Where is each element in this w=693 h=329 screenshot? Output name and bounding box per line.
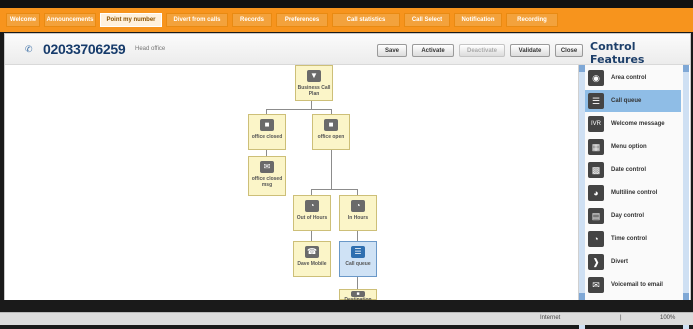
feature-label: Date control xyxy=(611,167,647,173)
location-label: Head office xyxy=(135,46,166,52)
scroll-down-button[interactable] xyxy=(683,293,689,300)
connector-line xyxy=(357,277,358,289)
feature-day-control[interactable]: ▤ Day control xyxy=(585,205,681,227)
deactivate-button[interactable]: Deactivate xyxy=(459,44,505,57)
connector-line xyxy=(266,109,332,110)
time-icon: ◔ xyxy=(351,200,365,212)
feature-welcome-message[interactable]: IVR Welcome message xyxy=(585,113,681,135)
node-label: Dave Mobile xyxy=(297,261,327,267)
tab-call-statistics[interactable]: Call statistics xyxy=(332,13,400,27)
tab-preferences[interactable]: Preferences xyxy=(276,13,328,27)
flow-node-call-queue[interactable]: ☰ Call queue xyxy=(339,241,377,277)
panel-scrollbar-right[interactable] xyxy=(683,65,689,329)
editor-header: ✆ 02033706259 Head office Save Activate … xyxy=(5,34,690,66)
tab-notification[interactable]: Notification xyxy=(454,13,502,27)
time-icon: ◔ xyxy=(305,200,319,212)
control-features-title: Control Features xyxy=(590,40,645,66)
feature-label: Time control xyxy=(611,236,647,242)
connector-line xyxy=(311,101,312,109)
tab-records[interactable]: Records xyxy=(232,13,272,27)
browser-bottom-bar xyxy=(0,300,693,312)
feature-time-control[interactable]: ◔ Time control xyxy=(585,228,681,250)
node-label: office closed xyxy=(251,134,283,140)
control-features-panel: ◉ Area control ☰ Call queue IVR Welcome … xyxy=(578,65,689,329)
tab-divert-calls[interactable]: Divert from calls xyxy=(166,13,228,27)
browser-status-bar: Internet | 100% xyxy=(0,312,693,325)
connector-line xyxy=(311,231,312,241)
flow-canvas[interactable]: ▼ Business Call Plan ■ office closed ■ o… xyxy=(5,65,577,303)
feature-label: Voicemail to email xyxy=(611,282,663,288)
node-label: Out of Hours xyxy=(296,215,328,221)
connector-line xyxy=(357,231,358,241)
flow-node-office-closed[interactable]: ■ office closed xyxy=(248,114,286,150)
activate-button[interactable]: Activate xyxy=(412,44,454,57)
zoom-level[interactable]: 100% xyxy=(660,315,675,321)
feature-divert[interactable]: ❱ Divert xyxy=(585,251,681,273)
feature-label: Day control xyxy=(611,213,645,219)
feature-date-control[interactable]: ▩ Date control xyxy=(585,159,681,181)
queue-icon: ☰ xyxy=(351,246,365,258)
tab-announcements[interactable]: Announcements xyxy=(44,13,96,27)
divert-icon: ❱ xyxy=(588,254,604,270)
call-plan-editor: ✆ 02033706259 Head office Save Activate … xyxy=(4,33,691,329)
status-separator: | xyxy=(620,315,622,321)
flow-node-business-call-plan[interactable]: ▼ Business Call Plan xyxy=(295,65,333,101)
main-tab-bar: Welcome Announcements Point my number Di… xyxy=(0,8,693,32)
feature-menu-option[interactable]: ▦ Menu option xyxy=(585,136,681,158)
menu-option-icon: ▦ xyxy=(588,139,604,155)
flow-node-dave-mobile[interactable]: ☎ Dave Mobile xyxy=(293,241,331,277)
tab-point-my-number[interactable]: Point my number xyxy=(100,13,162,27)
connector-line xyxy=(331,150,332,190)
browser-top-bar xyxy=(0,0,693,8)
flow-node-office-open[interactable]: ■ office open xyxy=(312,114,350,150)
tab-recording[interactable]: Recording xyxy=(506,13,558,27)
validate-button[interactable]: Validate xyxy=(510,44,550,57)
internet-zone-label: Internet xyxy=(540,315,561,321)
feature-multiline-control[interactable]: ◕ Multiline control xyxy=(585,182,681,204)
ivr-icon: IVR xyxy=(588,116,604,132)
flow-node-out-of-hours[interactable]: ◔ Out of Hours xyxy=(293,195,331,231)
clock-icon: ■ xyxy=(260,119,274,131)
plan-icon: ▼ xyxy=(307,70,321,82)
feature-label: Multiline control xyxy=(611,190,658,196)
feature-label: Welcome message xyxy=(611,121,665,127)
date-control-icon: ▩ xyxy=(588,162,604,178)
node-label: office open xyxy=(317,134,345,140)
phone-icon: ✆ xyxy=(25,44,33,54)
area-control-icon: ◉ xyxy=(588,70,604,86)
flow-node-office-closed-msg[interactable]: ✉ office closed msg xyxy=(248,156,286,196)
phone-number: 02033706259 xyxy=(43,41,126,57)
node-label: office closed msg xyxy=(251,176,283,188)
flow-node-destination[interactable]: ■ Destination xyxy=(339,289,377,303)
message-icon: ✉ xyxy=(260,161,274,173)
save-button[interactable]: Save xyxy=(377,44,407,57)
node-label: Call queue xyxy=(345,261,371,267)
feature-label: Menu option xyxy=(611,144,647,150)
multiline-control-icon: ◕ xyxy=(588,185,604,201)
clock-icon: ■ xyxy=(324,119,338,131)
voicemail-icon: ✉ xyxy=(588,277,604,293)
tab-call-select[interactable]: Call Select xyxy=(404,13,450,27)
day-control-icon: ▤ xyxy=(588,208,604,224)
tab-welcome[interactable]: Welcome xyxy=(6,13,40,27)
node-label: In Hours xyxy=(347,215,369,221)
feature-label: Call queue xyxy=(611,98,642,104)
feature-area-control[interactable]: ◉ Area control xyxy=(585,67,681,89)
scroll-up-button[interactable] xyxy=(683,65,689,72)
feature-label: Divert xyxy=(611,259,629,265)
time-control-icon: ◔ xyxy=(588,231,604,247)
call-queue-icon: ☰ xyxy=(588,93,604,109)
feature-voicemail-to-email[interactable]: ✉ Voicemail to email xyxy=(585,274,681,296)
feature-call-queue[interactable]: ☰ Call queue xyxy=(585,90,681,112)
feature-label: Area control xyxy=(611,75,647,81)
close-button[interactable]: Close xyxy=(555,44,583,57)
connector-line xyxy=(311,189,358,190)
flow-node-in-hours[interactable]: ◔ In Hours xyxy=(339,195,377,231)
node-label: Business Call Plan xyxy=(297,85,331,97)
phone-icon: ☎ xyxy=(305,246,319,258)
